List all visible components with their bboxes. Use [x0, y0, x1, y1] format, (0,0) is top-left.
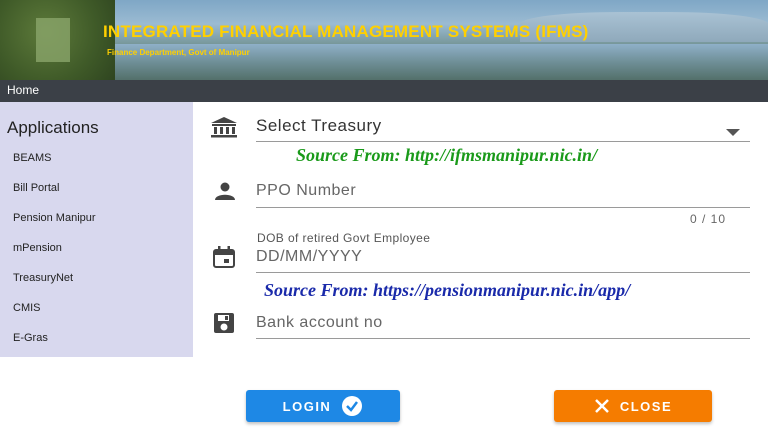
sidebar-item-pension-manipur[interactable]: Pension Manipur: [13, 212, 96, 224]
site-subtitle: Finance Department, Govt of Manipur: [107, 48, 250, 57]
watermark-source-pension: Source From: https://pensionmanipur.nic.…: [264, 280, 631, 300]
close-button[interactable]: CLOSE: [554, 390, 712, 422]
dob-label: DOB of retired Govt Employee: [257, 231, 431, 245]
bank-underline: [256, 338, 750, 339]
chevron-down-icon[interactable]: [726, 124, 740, 142]
close-button-label: CLOSE: [619, 398, 673, 414]
ppo-char-counter: 0 / 10: [690, 212, 727, 226]
treasury-select[interactable]: Select Treasury: [256, 116, 382, 136]
calendar-icon: [212, 246, 236, 273]
login-button[interactable]: LOGIN: [246, 390, 400, 422]
site-title: INTEGRATED FINANCIAL MANAGEMENT SYSTEMS …: [103, 22, 589, 41]
sidebar-heading: Applications: [7, 118, 99, 137]
ppo-number-field[interactable]: PPO Number: [256, 182, 356, 200]
header-banner: INTEGRATED FINANCIAL MANAGEMENT SYSTEMS …: [0, 0, 768, 80]
logo-placeholder: [36, 18, 70, 62]
person-icon: [213, 181, 237, 206]
treasury-underline: [256, 141, 750, 142]
dob-underline: [256, 272, 750, 273]
applications-sidebar: Applications BEAMS Bill Portal Pension M…: [0, 102, 193, 357]
sidebar-item-bill-portal[interactable]: Bill Portal: [13, 182, 59, 194]
check-circle-icon: [341, 395, 363, 417]
nav-home-link[interactable]: Home: [7, 83, 39, 97]
sidebar-item-beams[interactable]: BEAMS: [13, 152, 52, 164]
dob-field[interactable]: DD/MM/YYYY: [256, 248, 362, 266]
close-icon: [594, 398, 610, 414]
bank-account-field[interactable]: Bank account no: [256, 314, 383, 332]
sidebar-item-treasurynet[interactable]: TreasuryNet: [13, 272, 73, 284]
login-button-label: LOGIN: [282, 398, 332, 414]
sidebar-item-cmis[interactable]: CMIS: [13, 302, 41, 314]
sidebar-item-mpension[interactable]: mPension: [13, 242, 62, 254]
save-icon: [212, 312, 236, 339]
bank-icon: [210, 116, 238, 143]
watermark-source-ifms: Source From: http://ifmsmanipur.nic.in/: [296, 145, 598, 165]
sidebar-item-e-gras[interactable]: E-Gras: [13, 332, 48, 344]
ppo-underline: [256, 207, 750, 208]
top-navbar: Home: [0, 80, 768, 102]
